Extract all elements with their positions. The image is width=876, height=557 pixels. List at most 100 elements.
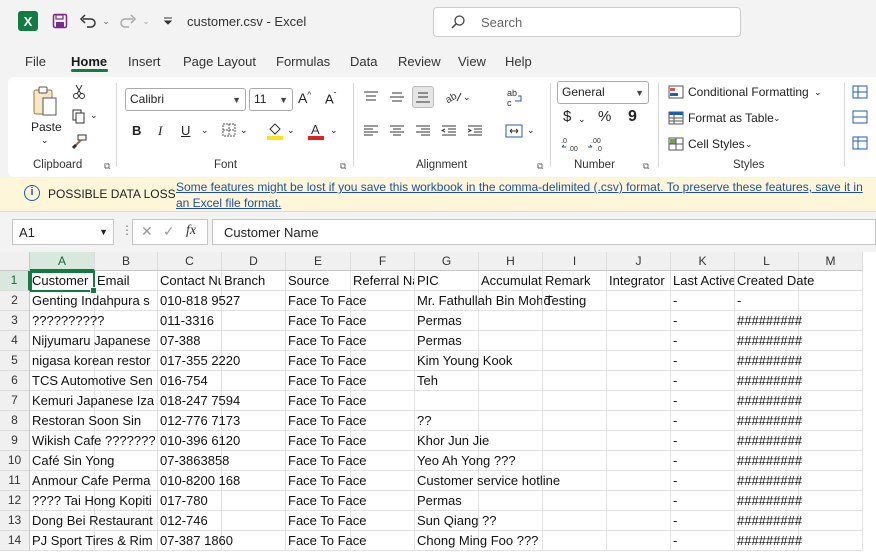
borders-dropdown-icon[interactable]: ⌄ (240, 125, 248, 136)
cell-e12[interactable]: Face To Face (286, 491, 367, 511)
cell-a2[interactable]: Genting Indahpura s (30, 291, 150, 311)
row-header[interactable]: 2 (0, 291, 30, 311)
cell-h10[interactable] (479, 451, 543, 471)
cell-g5[interactable]: Kim Young Kook (415, 351, 512, 371)
cell-m7[interactable] (799, 391, 863, 411)
merge-dropdown-icon[interactable]: ⌄ (527, 125, 535, 136)
cell-c9[interactable]: 010-396 6120 (158, 431, 240, 451)
cell-f10[interactable] (351, 451, 415, 471)
cell-b3[interactable] (95, 311, 158, 331)
font-color-dropdown-icon[interactable]: ⌄ (330, 125, 338, 136)
orientation-dropdown-icon[interactable]: ⌄ (463, 92, 471, 103)
row-header[interactable]: 9 (0, 431, 30, 451)
cell-h1[interactable]: Accumulated (479, 271, 543, 291)
cell-a8[interactable]: Restoran Soon Sin (30, 411, 141, 431)
cell-e11[interactable]: Face To Face (286, 471, 367, 491)
increase-font-icon[interactable]: A^ (298, 90, 311, 106)
menu-insert[interactable]: Insert (128, 54, 161, 69)
cell-c6[interactable]: 016-754 (158, 371, 222, 391)
cell-g12[interactable]: Permas (415, 491, 479, 511)
cell-a12[interactable]: ???? Tai Hong Kopiti (30, 491, 152, 511)
menu-review[interactable]: Review (398, 54, 441, 69)
paste-icon[interactable] (30, 85, 60, 117)
redo-icon[interactable] (118, 11, 138, 31)
cell-d14[interactable] (222, 531, 286, 551)
cell-g14[interactable]: Chong Ming Foo ??? (415, 531, 538, 551)
cell-h5[interactable] (479, 351, 543, 371)
currency-icon[interactable]: $ (563, 108, 571, 125)
cell-f7[interactable] (351, 391, 415, 411)
formula-input[interactable]: Customer Name (212, 219, 876, 245)
alignment-launcher-icon[interactable]: ⧉ (537, 161, 543, 172)
cell-m13[interactable] (799, 511, 863, 531)
number-launcher-icon[interactable]: ⧉ (643, 161, 649, 172)
cell-h7[interactable] (479, 391, 543, 411)
row-header[interactable]: 6 (0, 371, 30, 391)
cell-l1[interactable]: Created Date (735, 271, 814, 291)
conditional-formatting-dropdown-icon[interactable]: ⌄ (814, 87, 822, 98)
insert-function-icon[interactable]: fx (186, 223, 196, 239)
cell-j8[interactable] (607, 411, 671, 431)
undo-icon[interactable] (78, 11, 98, 31)
clipboard-launcher-icon[interactable]: ⧉ (104, 161, 110, 172)
cell-k9[interactable]: - (671, 431, 735, 451)
cell-d2[interactable] (222, 291, 286, 311)
cell-m5[interactable] (799, 351, 863, 371)
increase-decimal-icon[interactable]: .0.00 (561, 135, 581, 153)
cell-i7[interactable] (543, 391, 607, 411)
customize-quick-access-icon[interactable] (158, 11, 178, 31)
cell-j3[interactable] (607, 311, 671, 331)
cell-m4[interactable] (799, 331, 863, 351)
cell-j14[interactable] (607, 531, 671, 551)
cell-d12[interactable] (222, 491, 286, 511)
cell-m2[interactable] (799, 291, 863, 311)
cell-g11[interactable]: Customer service hotline (415, 471, 560, 491)
cell-i4[interactable] (543, 331, 607, 351)
column-header-g[interactable]: G (415, 252, 479, 271)
fill-color-icon[interactable] (266, 121, 284, 141)
cell-k3[interactable]: - (671, 311, 735, 331)
font-launcher-icon[interactable]: ⧉ (340, 161, 346, 172)
cell-k6[interactable]: - (671, 371, 735, 391)
cell-h8[interactable] (479, 411, 543, 431)
cell-l10[interactable]: ######### (735, 451, 802, 471)
decrease-indent-icon[interactable] (440, 123, 458, 139)
cell-k11[interactable]: - (671, 471, 735, 491)
save-icon[interactable] (50, 11, 70, 31)
cell-a13[interactable]: Dong Bei Restaurant (30, 511, 153, 531)
cell-a11[interactable]: Anmour Cafe Perma (30, 471, 151, 491)
cell-f12[interactable] (351, 491, 415, 511)
cell-j6[interactable] (607, 371, 671, 391)
cell-j10[interactable] (607, 451, 671, 471)
row-header[interactable]: 7 (0, 391, 30, 411)
menu-data[interactable]: Data (350, 54, 377, 69)
copy-dropdown-icon[interactable]: ⌄ (90, 110, 98, 121)
menu-formulas[interactable]: Formulas (276, 54, 330, 69)
format-as-table-dropdown-icon[interactable]: ⌄ (773, 113, 781, 124)
currency-dropdown-icon[interactable]: ⌄ (578, 114, 586, 125)
cell-e9[interactable]: Face To Face (286, 431, 367, 451)
cell-styles-label[interactable]: Cell Styles (688, 137, 745, 151)
cell-g10[interactable]: Yeo Ah Yong ??? (415, 451, 516, 471)
cell-c12[interactable]: 017-780 (158, 491, 222, 511)
cell-e7[interactable]: Face To Face (286, 391, 367, 411)
cell-a7[interactable]: Kemuri Japanese Iza (30, 391, 154, 411)
cell-k12[interactable]: - (671, 491, 735, 511)
cell-a6[interactable]: TCS Automotive Sen (30, 371, 153, 391)
row-header[interactable]: 13 (0, 511, 30, 531)
cell-k2[interactable]: - (671, 291, 735, 311)
cell-l7[interactable]: ######### (735, 391, 802, 411)
cell-e3[interactable]: Face To Face (286, 311, 367, 331)
cell-d4[interactable] (222, 331, 286, 351)
cell-f2[interactable] (351, 291, 415, 311)
cell-l6[interactable]: ######### (735, 371, 802, 391)
fill-color-dropdown-icon[interactable]: ⌄ (287, 125, 295, 136)
cell-m1[interactable] (799, 271, 863, 291)
column-header-e[interactable]: E (286, 252, 351, 271)
cell-m9[interactable] (799, 431, 863, 451)
cell-d6[interactable] (222, 371, 286, 391)
row-header[interactable]: 3 (0, 311, 30, 331)
column-header-c[interactable]: C (158, 252, 222, 271)
cell-l12[interactable]: ######### (735, 491, 802, 511)
cell-g4[interactable]: Permas (415, 331, 479, 351)
